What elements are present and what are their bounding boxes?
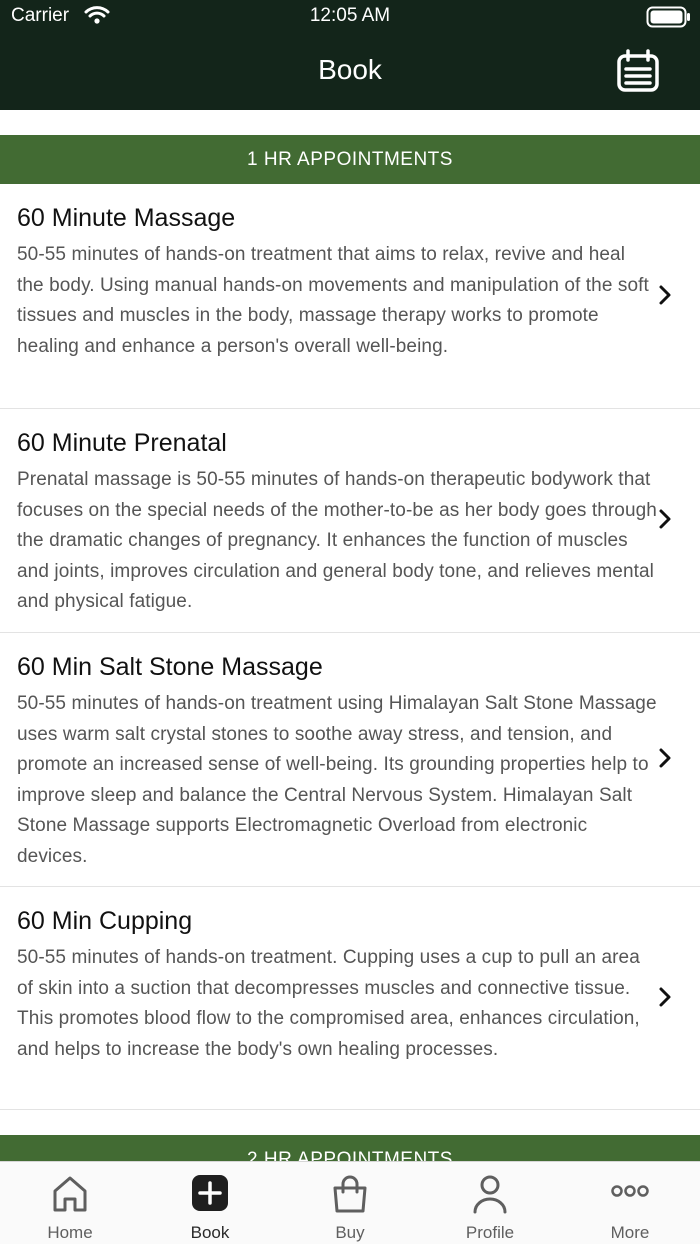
home-icon xyxy=(52,1174,88,1219)
appointment-title: 60 Min Cupping xyxy=(17,907,193,935)
appointment-description: 50-55 minutes of hands-on treatment that… xyxy=(17,244,649,357)
appointment-description: Prenatal massage is 50-55 minutes of han… xyxy=(17,469,657,613)
chevron-right-icon xyxy=(658,508,672,535)
tab-label: Book xyxy=(190,1223,230,1242)
appointment-title: 60 Minute Prenatal xyxy=(17,429,227,457)
status-bar: Carrier 12:05 AM xyxy=(0,0,700,32)
appointment-description: 50-55 minutes of hands-on treatment. Cup… xyxy=(17,947,640,1060)
appointment-item[interactable]: 60 Min Salt Stone Massage 50-55 minutes … xyxy=(0,633,700,887)
page-title: Book xyxy=(318,54,382,85)
tab-home[interactable]: Home xyxy=(0,1162,140,1244)
tab-book[interactable]: Book xyxy=(140,1162,280,1244)
section-header-2hr: 2 HR APPOINTMENTS xyxy=(0,1135,700,1161)
chevron-right-icon xyxy=(658,284,672,311)
nav-bar: Book xyxy=(0,32,700,110)
appointment-description: 50-55 minutes of hands-on treatment usin… xyxy=(17,693,657,867)
tab-label: Home xyxy=(47,1223,93,1242)
tab-profile[interactable]: Profile xyxy=(420,1162,560,1244)
appointment-title: 60 Minute Massage xyxy=(17,204,236,232)
section-header-1hr: 1 HR APPOINTMENTS xyxy=(0,135,700,184)
shopping-bag-icon xyxy=(331,1174,369,1219)
chevron-right-icon xyxy=(658,747,672,774)
appointment-title: 60 Min Salt Stone Massage xyxy=(17,653,323,681)
battery-icon xyxy=(646,6,692,33)
appointment-list[interactable]: 1 HR APPOINTMENTS 60 Minute Massage 50-5… xyxy=(0,110,700,1161)
tab-bar: Home Book Buy Profile More xyxy=(0,1161,700,1244)
appointment-item[interactable]: 60 Minute Prenatal Prenatal massage is 5… xyxy=(0,409,700,633)
tab-label: More xyxy=(610,1223,650,1242)
tab-label: Profile xyxy=(465,1223,515,1242)
plus-icon xyxy=(191,1174,229,1217)
clock-time: 12:05 AM xyxy=(309,5,391,26)
person-icon xyxy=(471,1174,509,1219)
chevron-right-icon xyxy=(658,986,672,1013)
more-dots-icon xyxy=(610,1184,650,1203)
appointment-item[interactable]: 60 Min Cupping 50-55 minutes of hands-on… xyxy=(0,887,700,1110)
tab-label: Buy xyxy=(335,1223,365,1242)
appointment-item[interactable]: 60 Minute Massage 50-55 minutes of hands… xyxy=(0,184,700,409)
tab-buy[interactable]: Buy xyxy=(280,1162,420,1244)
tab-more[interactable]: More xyxy=(560,1162,700,1244)
calendar-icon[interactable] xyxy=(616,49,660,98)
